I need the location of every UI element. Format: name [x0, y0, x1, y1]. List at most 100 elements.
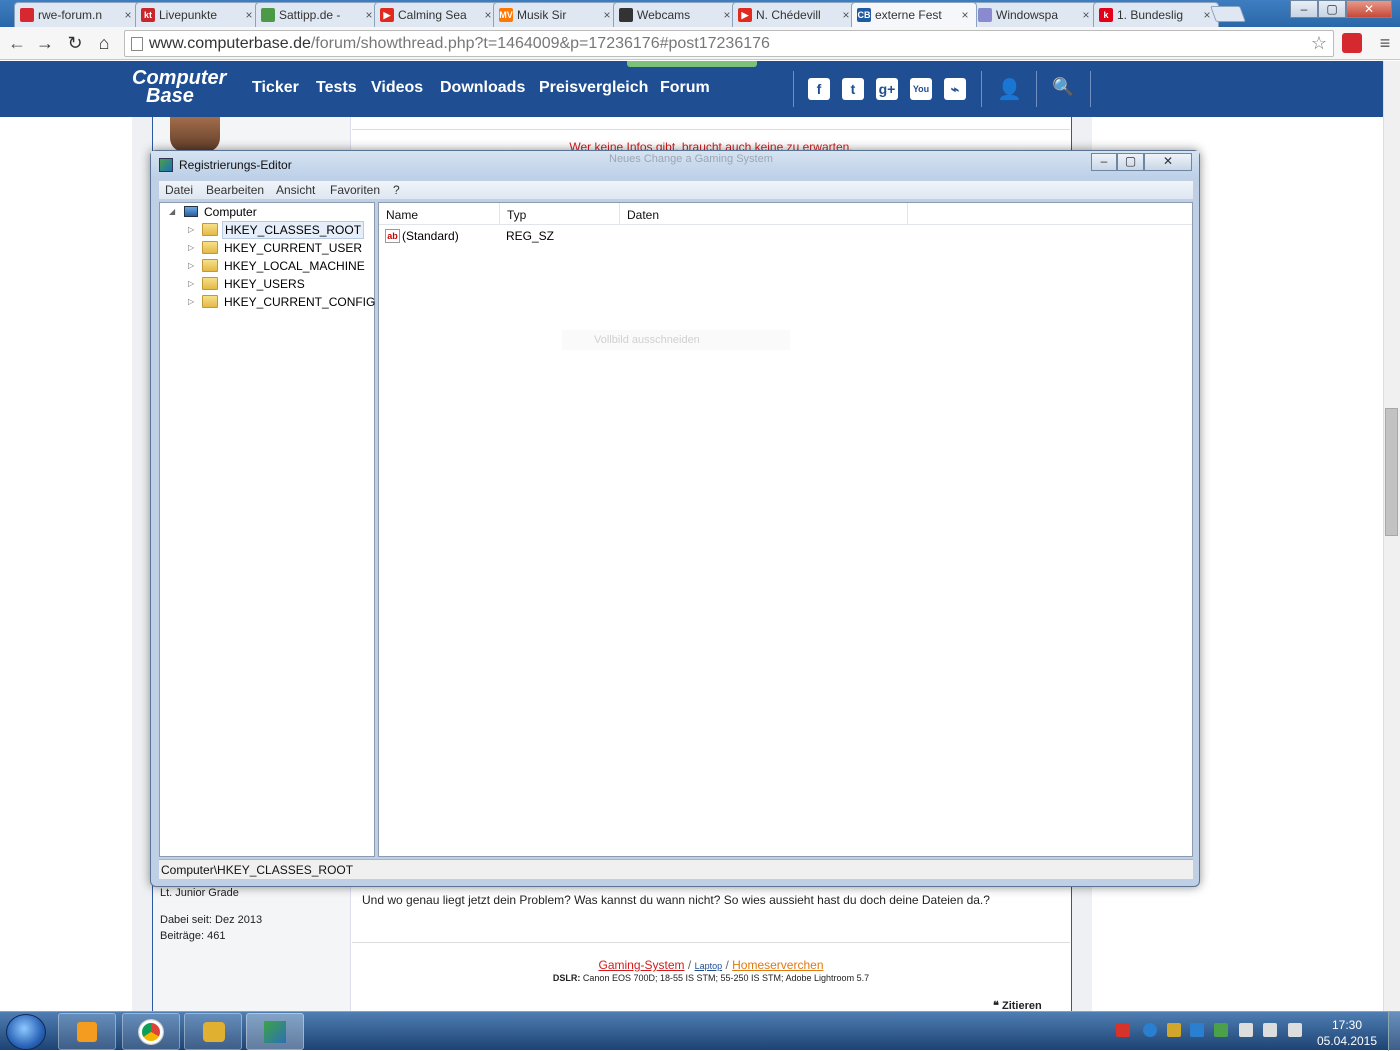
tab-close-icon[interactable]: × [959, 8, 971, 22]
expand-arrow-icon[interactable]: ▷ [188, 275, 194, 293]
user-joined: Dabei seit: Dez 2013 [160, 914, 263, 926]
google-plus-icon[interactable]: g+ [876, 78, 898, 100]
browser-tab[interactable]: ▶ Calming Sea × [374, 2, 500, 27]
menu-bearbeiten[interactable]: Bearbeiten [206, 183, 264, 197]
browser-tab[interactable]: MV Musik Sir × [493, 2, 619, 27]
address-bar[interactable]: www.computerbase.de/forum/showthread.php… [124, 30, 1334, 57]
regedit-icon[interactable] [246, 1013, 304, 1050]
games-icon[interactable] [184, 1013, 242, 1050]
minimize-button[interactable]: – [1290, 0, 1318, 18]
expand-arrow-icon[interactable]: ▷ [188, 221, 194, 239]
sync-tray-icon[interactable] [1190, 1023, 1204, 1037]
avatar[interactable] [170, 117, 220, 152]
tree-item-hive[interactable]: ▷ HKEY_LOCAL_MACHINE [160, 257, 370, 275]
nav-videos[interactable]: Videos [371, 79, 423, 97]
app-tray-icon[interactable] [1167, 1023, 1181, 1037]
sig-link-laptop[interactable]: Laptop [695, 961, 723, 971]
twitter-icon[interactable]: t [842, 78, 864, 100]
search-icon[interactable]: 🔍 [1052, 77, 1074, 98]
chrome-menu-icon[interactable]: ≡ [1374, 32, 1396, 54]
nav-forum[interactable]: Forum [660, 79, 710, 97]
browser-tab[interactable]: rwe-forum.n × [14, 2, 140, 27]
header-divider [793, 71, 794, 107]
avira-extension-icon[interactable] [1342, 33, 1362, 53]
regedit-maximize-button[interactable]: ▢ [1117, 153, 1144, 171]
regedit-titlebar[interactable]: Registrierungs-Editor Neues Change a Gam… [151, 151, 1199, 178]
expand-arrow-icon[interactable]: ▷ [188, 257, 194, 275]
speaker-icon[interactable] [1288, 1023, 1302, 1037]
rss-icon[interactable]: ⌁ [944, 78, 966, 100]
tab-close-icon[interactable]: × [601, 8, 613, 22]
tab-close-icon[interactable]: × [122, 8, 134, 22]
browser-tab[interactable]: k 1. Bundeslig × [1093, 2, 1219, 27]
user-icon[interactable]: 👤 [997, 77, 1022, 102]
regedit-menubar: Datei Bearbeiten Ansicht Favoriten ? [159, 181, 1193, 199]
page-scrollbar[interactable] [1383, 61, 1400, 1011]
nav-preisvergleich[interactable]: Preisvergleich [539, 79, 648, 97]
tab-title: Calming Sea [398, 8, 467, 22]
sig-link-gaming[interactable]: Gaming-System [599, 958, 685, 972]
tree-item-hive[interactable]: ▷ HKEY_CLASSES_ROOT [160, 221, 370, 239]
browser-tab[interactable]: Windowspa × [972, 2, 1098, 27]
tab-title: rwe-forum.n [38, 8, 103, 22]
menu-help[interactable]: ? [393, 183, 400, 197]
clock-time: 17:30 [1331, 1018, 1363, 1032]
start-button[interactable] [6, 1014, 46, 1050]
signature-divider [352, 942, 1070, 943]
security-tray-icon[interactable] [1214, 1023, 1228, 1037]
nav-ticker[interactable]: Ticker [252, 79, 299, 97]
regedit-minimize-button[interactable]: – [1091, 153, 1117, 171]
folder-icon [202, 241, 218, 254]
browser-tab[interactable]: Webcams × [613, 2, 739, 27]
monitor-icon[interactable] [1263, 1023, 1277, 1037]
tab-close-icon[interactable]: × [1080, 8, 1092, 22]
home-icon[interactable]: ⌂ [93, 32, 115, 54]
menu-datei[interactable]: Datei [165, 183, 193, 197]
column-header-name[interactable]: Name [379, 203, 500, 225]
network-icon[interactable] [1143, 1023, 1157, 1037]
youtube-icon[interactable]: You [910, 78, 932, 100]
expand-arrow-icon[interactable]: ▷ [188, 293, 194, 311]
value-row[interactable]: ab (Standard) REG_SZ [385, 227, 885, 245]
chrome-icon[interactable] [122, 1013, 180, 1050]
bookmark-star-icon[interactable]: ☆ [1311, 31, 1327, 56]
new-tab-button[interactable] [1210, 6, 1246, 22]
nav-tests[interactable]: Tests [316, 79, 357, 97]
volume-alert-icon[interactable] [1116, 1023, 1130, 1037]
show-desktop-button[interactable] [1388, 1012, 1400, 1051]
expand-arrow-icon[interactable]: ▷ [188, 239, 194, 257]
regedit-close-button[interactable]: ✕ [1144, 153, 1192, 171]
reload-icon[interactable]: ↻ [64, 32, 86, 54]
browser-tab[interactable]: ▶ N. Chédevill × [732, 2, 858, 27]
tab-title: Windowspa [996, 8, 1059, 22]
tree-item-hive[interactable]: ▷ HKEY_CURRENT_CONFIG [160, 293, 375, 311]
windows-taskbar: 17:30 05.04.2015 [0, 1011, 1400, 1051]
tab-close-icon[interactable]: × [243, 8, 255, 22]
forward-icon[interactable]: → [34, 32, 56, 54]
media-player-icon[interactable] [58, 1013, 116, 1050]
facebook-icon[interactable]: f [808, 78, 830, 100]
site-logo[interactable]: Computer Base [132, 68, 226, 106]
ghost-tooltip: Vollbild ausschneiden [562, 330, 790, 350]
sig-link-homeserver[interactable]: Homeserverchen [732, 958, 823, 972]
tree-item-hive[interactable]: ▷ HKEY_CURRENT_USER [160, 239, 370, 257]
scrollbar-thumb[interactable] [1385, 408, 1398, 536]
back-icon[interactable]: ← [6, 32, 28, 54]
browser-tab[interactable]: CB externe Fest × [851, 2, 977, 27]
close-button[interactable]: ✕ [1346, 0, 1392, 18]
flag-icon[interactable] [1239, 1023, 1253, 1037]
column-header-type[interactable]: Typ [500, 203, 620, 225]
tab-favicon-icon: k [1099, 8, 1113, 22]
menu-ansicht[interactable]: Ansicht [276, 183, 315, 197]
tab-title: Livepunkte [159, 8, 218, 22]
tab-favicon-icon: MV [499, 8, 513, 22]
menu-favoriten[interactable]: Favoriten [330, 183, 380, 197]
browser-tab[interactable]: Sattipp.de - × [255, 2, 381, 27]
browser-tab[interactable]: kt Livepunkte × [135, 2, 261, 27]
collapse-arrow-icon[interactable]: ◢ [169, 203, 175, 221]
tree-item-hive[interactable]: ▷ HKEY_USERS [160, 275, 370, 293]
nav-downloads[interactable]: Downloads [440, 79, 525, 97]
maximize-button[interactable]: ▢ [1318, 0, 1346, 18]
clock[interactable]: 17:30 05.04.2015 [1312, 1017, 1382, 1049]
column-header-data[interactable]: Daten [620, 203, 908, 225]
